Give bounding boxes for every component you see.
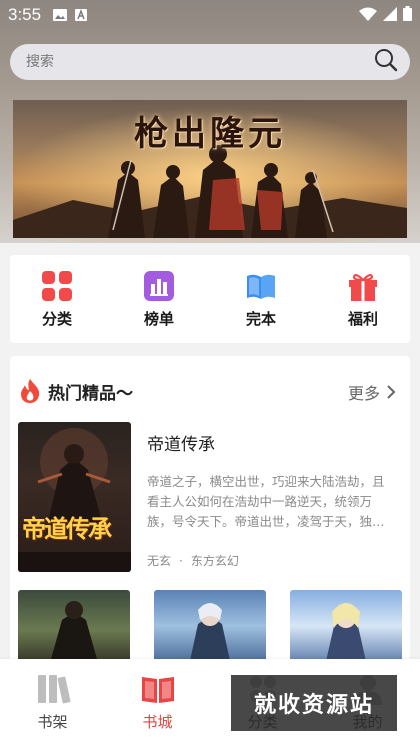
bookshelf-icon <box>37 675 70 704</box>
category-item-welfare[interactable]: 福利 <box>336 270 390 329</box>
book-open-icon <box>247 274 275 299</box>
nav-item-bookstore[interactable]: 书城 <box>123 673 193 732</box>
promo-banner[interactable]: 枪出隆元 <box>13 100 407 238</box>
category-label: 分类 <box>41 309 72 328</box>
category-label: 福利 <box>347 309 378 328</box>
text-notification-icon <box>75 6 88 25</box>
watermark-overlay: 就收资源站 <box>231 675 397 731</box>
book-thumbnail[interactable] <box>18 590 130 666</box>
status-time: 3:55 <box>8 5 42 24</box>
cover-artwork <box>18 428 131 572</box>
meta-separator: · <box>179 554 183 568</box>
cover-title-text: 帝道传承 <box>22 514 112 543</box>
chart-icon <box>144 270 174 301</box>
grid-icon <box>42 270 72 301</box>
search-input[interactable] <box>26 54 374 70</box>
book-thumbnail[interactable] <box>154 590 266 666</box>
nav-label: 书城 <box>142 713 173 731</box>
search-icon[interactable] <box>374 48 398 76</box>
featured-book-description: 帝道之子，横空出世，巧迎来大陆浩劫，且看主人公如何在浩劫中一路逆天，统领万族，号… <box>147 474 385 529</box>
banner-title: 枪出隆元 <box>134 114 286 154</box>
thumbnail-art <box>49 601 99 666</box>
category-label: 完本 <box>245 309 276 328</box>
book-store-icon <box>141 677 174 703</box>
more-label: 更多 <box>347 384 380 403</box>
status-bar: 3:55 <box>0 0 420 30</box>
book-genre: 东方玄幻 <box>190 554 239 568</box>
hot-section-header: 热门精品～ <box>18 378 133 404</box>
featured-book-cover[interactable]: 帝道传承 <box>18 422 131 572</box>
category-shortcuts: 分类 榜单 完本 福利 <box>10 255 410 343</box>
hot-section-title: 热门精品～ <box>48 383 133 404</box>
category-label: 榜单 <box>143 309 174 328</box>
flame-icon <box>21 379 40 403</box>
wifi-icon <box>359 6 377 25</box>
more-link[interactable]: 更多 <box>348 380 396 404</box>
hot-section: 热门精品～ 更多 帝道传承 帝道传承 帝道之子，横空出世，巧迎来大陆浩劫，且看主… <box>10 356 410 666</box>
battery-icon <box>403 5 412 25</box>
nav-item-bookshelf[interactable]: 书架 <box>18 673 88 732</box>
gift-icon <box>349 273 377 301</box>
thumbnail-art <box>324 603 368 666</box>
category-item-rankings[interactable]: 榜单 <box>132 270 186 329</box>
chevron-right-icon <box>387 385 396 399</box>
book-thumbnail[interactable] <box>290 590 402 666</box>
search-bar[interactable] <box>10 44 410 80</box>
category-item-classify[interactable]: 分类 <box>30 270 84 329</box>
featured-book-title[interactable]: 帝道传承 <box>147 430 215 455</box>
thumbnail-art <box>188 603 232 666</box>
book-author: 无玄 <box>147 554 172 568</box>
nav-label: 书架 <box>37 713 68 731</box>
featured-book-meta: 无玄 · 东方玄幻 <box>147 552 239 569</box>
signal-icon <box>383 6 397 25</box>
category-item-completed[interactable]: 完本 <box>234 270 288 329</box>
image-notification-icon <box>53 6 68 25</box>
